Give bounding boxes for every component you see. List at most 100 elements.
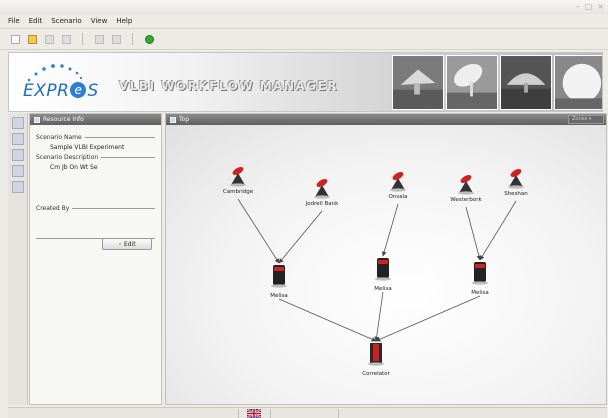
resource-info-header: Resource Info [30,114,161,125]
resource-info-body: Scenario Name Sample VLBI Experiment Sce… [30,125,161,245]
created-by-label: Created By [36,205,70,212]
scenario-name-label-row: Scenario Name [36,134,155,141]
scenario-desc-label-row: Scenario Description [36,154,155,161]
correlator-tool-icon[interactable] [11,181,24,193]
window-controls: – □ × [576,2,604,11]
node-melisa2[interactable] [375,258,391,281]
window-titlebar: – □ × [0,0,608,14]
app-title: VLBI WORKFLOW MANAGER [119,79,339,93]
node-westerbork[interactable] [458,173,474,195]
node-label-jodrell: Jodrell Bank [305,201,339,207]
undo-icon [94,34,104,44]
save-as-icon [61,34,71,44]
redo-icon [111,34,121,44]
edge-melisa2-correlator[interactable] [374,291,384,342]
edit-button-label: Edit [123,240,136,248]
status-divider [238,409,239,418]
created-by-label-row: Created By [36,205,155,212]
node-melisa3[interactable] [472,262,488,285]
uk-flag-icon [247,409,261,418]
toolbar [0,28,608,50]
redo-button[interactable] [109,32,123,46]
edge-melisa1-correlator[interactable] [278,298,377,342]
radome-photo [554,55,602,110]
scenario-desc-label: Scenario Description [36,154,99,161]
node-label-melisa3: Melisa [471,290,488,296]
telescope-photo-2 [446,55,498,110]
resource-info-title: Resource Info [43,116,84,123]
node-melisa1[interactable] [271,265,287,288]
express-logo: EXPR e S [23,81,99,101]
maximize-icon[interactable]: □ [585,2,593,11]
new-button[interactable] [8,32,22,46]
status-bar [8,407,607,418]
node-label-onsala: Onsala [389,194,408,200]
menu-view[interactable]: View [91,17,108,25]
panel-icon [34,116,40,123]
workflow-header: Top Zones ▾ [166,114,606,125]
node-label-cambridge: Cambridge [223,189,254,195]
node-cambridge[interactable] [230,165,246,187]
save-icon [44,34,54,44]
node-label-westerbork: Westerbork [450,197,482,203]
folder-icon [27,34,37,44]
app-banner: EXPR e S VLBI WORKFLOW MANAGER [8,52,603,112]
telescope-photo-3 [500,55,552,110]
undo-button[interactable] [92,32,106,46]
divider [84,137,155,138]
scenario-desc-value: Cm Jb On Wt Se [50,164,98,171]
logo-text-start: EXPR [23,81,70,101]
edit-button[interactable]: ◦ Edit [102,238,152,250]
panel-icon [170,116,176,123]
close-icon[interactable]: × [597,2,604,11]
toolbar-separator [82,33,83,45]
menu-help[interactable]: Help [116,17,132,25]
save-button[interactable] [42,32,56,46]
toolbar-separator [132,33,133,45]
edge-cambridge-melisa1[interactable] [237,198,280,264]
run-icon [144,34,154,44]
node-onsala[interactable] [390,170,406,192]
left-tool-strip [8,113,28,405]
status-divider [338,409,339,418]
resource-info-panel: Resource Info Scenario Name Sample VLBI … [29,113,162,405]
edge-westerbork-melisa3[interactable] [465,206,482,261]
menu-file[interactable]: File [8,17,20,25]
workflow-canvas[interactable]: Cambridge Jodrell Bank Onsala Westerbork She… [166,125,606,404]
graph-nodes: Cambridge Jodrell Bank Onsala Westerbork She… [223,165,528,377]
node-jodrell[interactable] [314,177,330,199]
telescope-tool-icon[interactable] [11,133,24,145]
menu-edit[interactable]: Edit [29,17,43,25]
new-file-icon [10,34,20,44]
workflow-panel: Top Zones ▾ Cambridge Jodrell Bank Onsala W… [165,113,607,405]
zone-dropdown[interactable]: Zones ▾ [568,115,604,124]
minimize-icon[interactable]: – [576,2,580,11]
open-button[interactable] [25,32,39,46]
node-label-melisa1: Melisa [270,293,287,299]
divider [72,208,155,209]
workflow-title: Top [179,116,190,123]
save-as-button[interactable] [59,32,73,46]
link-tool-icon[interactable] [11,165,24,177]
run-button[interactable] [142,32,156,46]
logo-ball: e [70,82,87,98]
zone-dropdown-value: Zones [572,116,588,122]
scenario-name-value: Sample VLBI Experiment [50,144,125,151]
divider [101,157,155,158]
menu-scenario[interactable]: Scenario [51,17,81,25]
edge-jodrell-melisa1[interactable] [278,210,323,264]
status-divider [270,409,271,418]
node-label-sheshan: Sheshan [504,191,528,197]
workflow-graph: Cambridge Jodrell Bank Onsala Westerbork She… [223,165,528,377]
node-label-correlator: Correlator [362,371,390,377]
pointer-tool-icon[interactable] [11,117,24,129]
server-tool-icon[interactable] [11,149,24,161]
edge-melisa3-correlator[interactable] [375,295,481,342]
node-label-melisa2: Melisa [374,286,391,292]
node-correlator[interactable] [368,343,384,366]
edge-onsala-melisa2[interactable] [381,203,399,257]
node-sheshan[interactable] [508,167,524,189]
logo-text-end: S [87,81,99,101]
edge-sheshan-melisa3[interactable] [479,200,517,261]
telescope-photo-1 [392,55,444,110]
